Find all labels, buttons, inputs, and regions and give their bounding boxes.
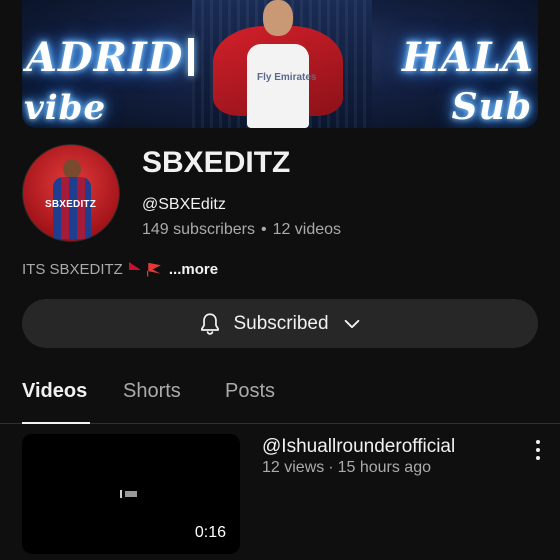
channel-handle: @SBXEditz [142,196,226,213]
banner-player-head [263,0,293,36]
avatar-player-figure [53,159,91,239]
banner-neon-bar [188,38,194,76]
active-tab-indicator [22,422,90,424]
subscriber-count: 149 subscribers [142,221,255,238]
more-options-icon[interactable] [534,440,542,460]
avatar-text: SBXEDITZ [45,199,97,210]
banner-player-image: Fly Emirates [213,0,343,128]
description-text: ITS SBXEDITZ [22,261,123,278]
video-thumbnail[interactable]: 0:16 [22,434,240,554]
tab-shorts[interactable]: Shorts [123,380,181,403]
banner-text-right-top: HALA [402,34,534,81]
channel-name: SBXEDITZ [142,146,291,179]
subscribed-label: Subscribed [233,312,329,334]
stats-separator: • [260,221,267,238]
bell-icon [201,312,220,335]
banner-text-left-top: ADRID [26,34,184,81]
red-flag-icon [146,262,161,277]
subscribed-button[interactable]: Subscribed [22,299,538,348]
tab-posts[interactable]: Posts [225,380,275,403]
channel-stats: 149 subscribers • 12 videos [142,221,341,239]
thumbnail-mark [120,490,138,498]
channel-description[interactable]: ITS SBXEDITZ ...more [22,261,218,278]
channel-banner: ADRID vibe Fly Emirates HALA Sub [22,0,538,128]
video-count: 12 videos [272,221,342,238]
meta-separator: · [328,459,334,476]
more-link[interactable]: ...more [169,261,218,278]
video-views: 12 views [262,459,325,476]
tab-videos[interactable]: Videos [22,380,87,403]
banner-text-right-bottom: Sub [451,86,532,128]
video-duration: 0:16 [194,524,226,541]
banner-jersey-sponsor: Fly Emirates [257,72,317,83]
banner-text-left-bottom: vibe [24,88,107,128]
video-list-item[interactable]: 0:16 @Ishuallrounderofficial 12 views · 15… [0,434,560,560]
video-meta: 12 views · 15 hours ago [262,459,431,477]
channel-avatar[interactable]: SBXEDITZ [22,144,120,242]
nepal-flag-icon [128,261,141,278]
chevron-down-icon [344,319,359,328]
video-age: 15 hours ago [337,459,431,476]
banner-jersey [247,44,309,128]
video-title[interactable]: @Ishuallrounderofficial [262,436,455,458]
channel-tabs: Videos Shorts Posts [0,368,560,424]
